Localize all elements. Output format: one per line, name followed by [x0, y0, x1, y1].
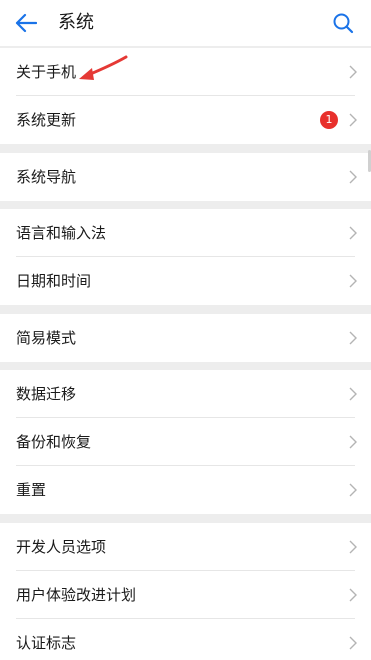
page-title: 系统: [58, 12, 94, 33]
chevron-right-icon: [349, 540, 357, 554]
app-header: 系统: [0, 0, 371, 46]
chevron-right-icon: [349, 331, 357, 345]
row-label: 系统更新: [16, 111, 77, 129]
row-label: 备份和恢复: [16, 433, 92, 451]
row-developer-options[interactable]: 开发人员选项: [0, 523, 371, 571]
back-arrow-icon: [15, 13, 37, 33]
settings-group-simple-mode: 简易模式: [0, 314, 371, 362]
back-button[interactable]: [8, 6, 44, 40]
row-label: 数据迁移: [16, 385, 77, 403]
chevron-right-icon: [349, 588, 357, 602]
row-label: 开发人员选项: [16, 538, 107, 556]
row-backup-restore[interactable]: 备份和恢复: [0, 418, 371, 466]
chevron-right-icon: [349, 226, 357, 240]
chevron-right-icon: [349, 435, 357, 449]
search-button[interactable]: [326, 6, 360, 40]
chevron-right-icon: [349, 483, 357, 497]
row-date-time[interactable]: 日期和时间: [0, 257, 371, 305]
settings-group-language-time: 语言和输入法 日期和时间: [0, 209, 371, 305]
row-label: 语言和输入法: [16, 224, 107, 242]
settings-group-data: 数据迁移 备份和恢复 重置: [0, 370, 371, 514]
row-data-migration[interactable]: 数据迁移: [0, 370, 371, 418]
row-user-experience-program[interactable]: 用户体验改进计划: [0, 571, 371, 619]
settings-group-developer: 开发人员选项 用户体验改进计划 认证标志: [0, 523, 371, 660]
row-label: 日期和时间: [16, 272, 92, 290]
chevron-right-icon: [349, 387, 357, 401]
row-simple-mode[interactable]: 简易模式: [0, 314, 371, 362]
row-label: 关于手机: [16, 63, 77, 81]
row-system-navigation[interactable]: 系统导航: [0, 153, 371, 201]
settings-group-navigation: 系统导航: [0, 153, 371, 201]
update-count-badge: 1: [320, 111, 338, 129]
row-label: 重置: [16, 481, 47, 499]
row-language-input[interactable]: 语言和输入法: [0, 209, 371, 257]
chevron-right-icon: [349, 113, 357, 127]
row-label: 认证标志: [16, 634, 77, 652]
row-label: 系统导航: [16, 168, 77, 186]
row-label: 简易模式: [16, 329, 77, 347]
row-reset[interactable]: 重置: [0, 466, 371, 514]
row-certification-logos[interactable]: 认证标志: [0, 619, 371, 660]
settings-group-about: 关于手机 系统更新 1: [0, 48, 371, 144]
chevron-right-icon: [349, 274, 357, 288]
chevron-right-icon: [349, 170, 357, 184]
chevron-right-icon: [349, 65, 357, 79]
row-label: 用户体验改进计划: [16, 586, 137, 604]
row-about-phone[interactable]: 关于手机: [0, 48, 371, 96]
chevron-right-icon: [349, 636, 357, 650]
search-icon: [333, 13, 354, 34]
row-system-update[interactable]: 系统更新 1: [0, 96, 371, 144]
system-settings-screen: 系统 关于手机 系统更新 1 系统导航 语言和输入法 日期和时间 简易模式 数据…: [0, 0, 371, 660]
